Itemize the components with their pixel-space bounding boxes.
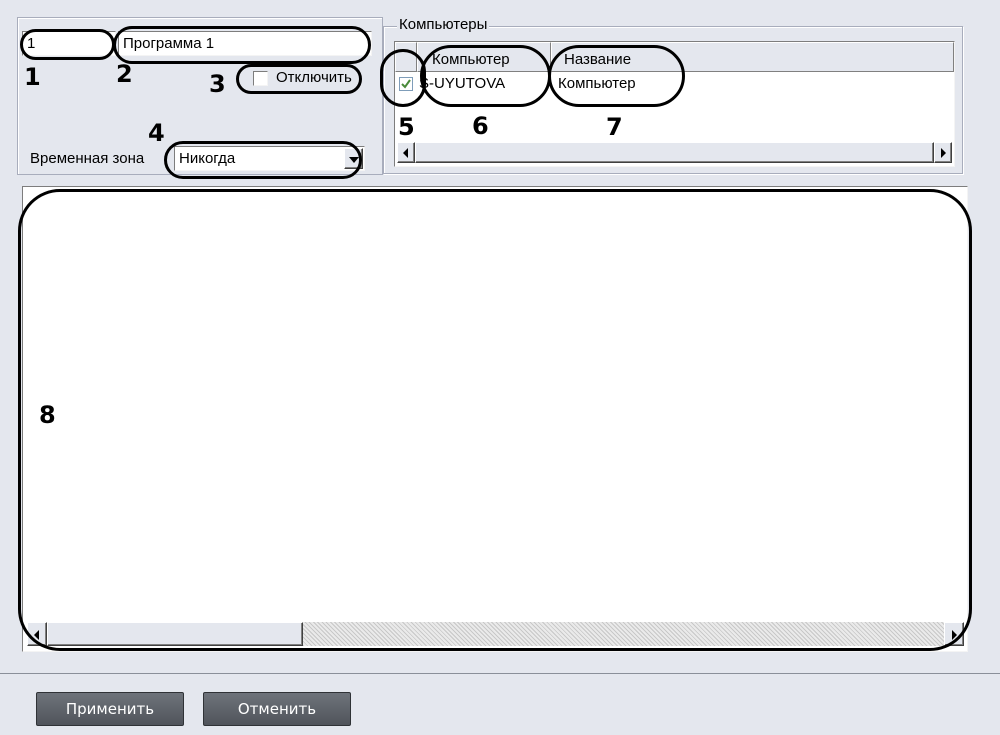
disable-label[interactable]: Отключить [276,69,352,86]
scroll-right-button[interactable] [934,142,952,163]
time-zone-value: Никогда [179,150,236,167]
computers-horizontal-scrollbar[interactable] [397,142,952,163]
main-scroll-left-button[interactable] [27,622,47,646]
column-header-name[interactable]: Название [551,42,954,72]
callout-2: 2 [116,60,133,88]
computers-list[interactable]: Компьютер Название S-UYUTOVA Компьютер [394,41,955,167]
main-content-area[interactable] [22,186,968,652]
time-zone-select[interactable]: Никогда [174,146,365,171]
scroll-left-button[interactable] [397,142,415,163]
column-header-computer[interactable]: Компьютер [417,42,551,72]
row-checkbox[interactable] [399,77,413,91]
apply-button[interactable]: Применить [36,692,184,726]
callout-4: 4 [148,119,165,147]
column-header-name-label: Название [564,51,632,68]
time-zone-dropdown-button[interactable] [344,148,363,169]
chevron-down-icon [349,157,359,163]
checkmark-icon [401,79,411,89]
main-horizontal-scrollbar[interactable] [27,622,964,646]
arrow-left-icon [34,630,39,640]
column-header-computer-label: Компьютер [432,51,510,68]
callout-3: 3 [209,70,226,98]
time-zone-label: Временная зона [30,150,145,167]
callout-7: 7 [606,113,623,141]
arrow-right-icon [952,630,957,640]
callout-1: 1 [24,63,41,91]
computers-group-title: Компьютеры [397,16,490,33]
disable-checkbox[interactable] [253,71,268,86]
program-number-value: 1 [27,35,36,52]
program-number-field[interactable]: 1 [22,31,116,56]
arrow-left-icon [403,148,408,158]
scroll-thumb[interactable] [415,142,934,163]
table-row[interactable]: S-UYUTOVA Компьютер [395,73,954,95]
column-header-check[interactable] [395,42,417,72]
main-scroll-thumb[interactable] [47,622,303,646]
row-computer-value: S-UYUTOVA [419,75,506,92]
arrow-right-icon [941,148,946,158]
program-name-value: Программа 1 [123,35,215,52]
main-scroll-right-button[interactable] [944,622,964,646]
cancel-button[interactable]: Отменить [203,692,351,726]
program-name-field[interactable]: Программа 1 [118,31,372,56]
row-name-value: Компьютер [558,75,636,92]
callout-8: 8 [39,401,56,429]
callout-6: 6 [472,112,489,140]
callout-5: 5 [398,113,415,141]
